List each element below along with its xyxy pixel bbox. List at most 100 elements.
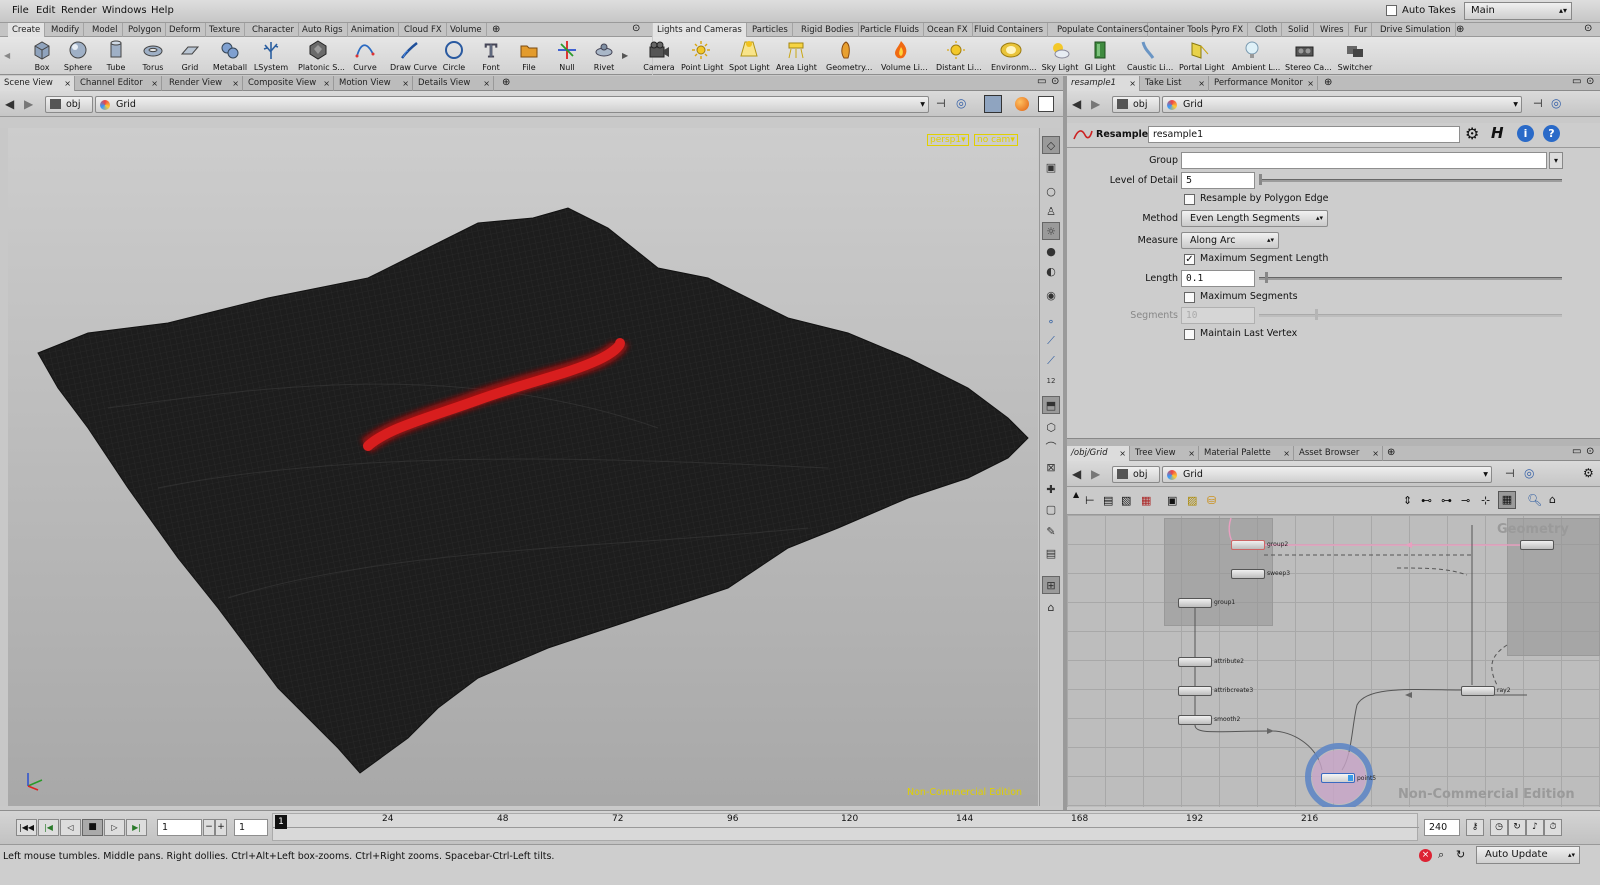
max-seg-len-checkbox[interactable]: ✓ (1184, 254, 1195, 265)
tool-camera[interactable]: Camera (639, 39, 679, 72)
node-sweep3[interactable] (1231, 569, 1265, 579)
stop-icon[interactable]: ■ (82, 819, 103, 836)
increment-button[interactable]: + (215, 819, 227, 836)
update-mode-select[interactable]: Auto Update ▴▾ (1476, 846, 1580, 864)
numbers-icon[interactable]: 12 (1042, 372, 1060, 390)
node-smooth2[interactable] (1178, 715, 1212, 725)
node-attribcreate3[interactable] (1178, 686, 1212, 696)
color-palette-icon[interactable]: ▦ (1141, 494, 1151, 507)
play-reverse-icon[interactable]: ◁ (60, 819, 81, 836)
collapse-icon[interactable]: ▲ (1073, 490, 1079, 499)
node-group2[interactable] (1231, 540, 1265, 550)
image-icon[interactable]: ▣ (1167, 494, 1177, 507)
layout-icon[interactable]: ⊞ (1042, 576, 1060, 594)
close-icon[interactable]: × (232, 76, 239, 91)
shelf-tab-create[interactable]: Create (8, 23, 46, 37)
menu-edit[interactable]: Edit (36, 5, 55, 16)
tab-resample1[interactable]: resample1 × (1067, 76, 1140, 91)
background-icon[interactable] (1038, 96, 1054, 112)
shelf-tab-fluid-containers[interactable]: Fluid Containers (970, 23, 1049, 37)
tool-gi-light[interactable]: GI Light (1080, 39, 1120, 72)
tab-performance-monitor[interactable]: Performance Monitor × (1210, 76, 1318, 91)
shelf-tab-solid[interactable]: Solid (1284, 23, 1314, 37)
curve-snap-icon[interactable]: ⌒ (1042, 438, 1060, 456)
tool-point-light[interactable]: Point Light (681, 39, 723, 72)
shading-icon[interactable]: ● (1042, 242, 1060, 260)
tab-tree-view[interactable]: Tree View × (1131, 446, 1199, 461)
close-icon[interactable]: × (151, 76, 158, 91)
shelf-tab-fur[interactable]: Fur (1350, 23, 1373, 37)
tool-curve[interactable]: Curve (345, 39, 385, 72)
tab-motion-view[interactable]: Motion View × (335, 76, 413, 91)
shelf-menu-icon[interactable]: ⊙ (632, 23, 640, 34)
tool-box[interactable]: Box (22, 39, 62, 72)
menu-windows[interactable]: Windows (102, 5, 147, 16)
link-icon[interactable]: ◎ (956, 96, 966, 110)
frame-icon[interactable]: ⊠ (1042, 458, 1060, 476)
close-icon[interactable]: × (1283, 446, 1290, 461)
tool-sky-light[interactable]: Sky Light (1040, 39, 1080, 72)
tool-file[interactable]: File (509, 39, 549, 72)
grid-snap-icon[interactable]: ⬡ (1042, 418, 1060, 436)
tab-asset-browser[interactable]: Asset Browser × (1295, 446, 1383, 461)
tool-metaball[interactable]: Metaball (210, 39, 250, 72)
scroll-right-icon[interactable]: ▶ (622, 51, 628, 60)
list-icon[interactable]: ▤ (1103, 494, 1113, 507)
camera-icon[interactable]: ▣ (1042, 158, 1060, 176)
back-icon[interactable]: ◀ (1072, 467, 1081, 481)
handle-icon[interactable]: ✚ (1042, 480, 1060, 498)
step-forward-icon[interactable]: ▶| (126, 819, 147, 836)
network-view[interactable]: Geometry group2 sweep3 group1 attribute2… (1067, 515, 1600, 807)
desktop-select[interactable]: Main ▴▾ (1464, 2, 1572, 20)
close-icon[interactable]: × (64, 76, 71, 91)
shelf-tab-model[interactable]: Model (88, 23, 123, 37)
gear-icon[interactable]: ⚙ (1583, 466, 1594, 480)
lod-slider-handle[interactable] (1259, 174, 1262, 185)
lighting-icon[interactable]: ☼ (1042, 222, 1060, 240)
tool-sphere[interactable]: Sphere (58, 39, 98, 72)
shelf-tab-particles[interactable]: Particles (748, 23, 793, 37)
tool-tube[interactable]: Tube (96, 39, 136, 72)
tool-platonic[interactable]: Platonic S... (298, 39, 345, 72)
shelf-tab-deform[interactable]: Deform (165, 23, 206, 37)
error-icon[interactable]: × (1419, 849, 1432, 862)
menu-file[interactable]: File (12, 5, 29, 16)
close-icon[interactable]: × (483, 76, 490, 91)
tab-render-view[interactable]: Render View × (165, 76, 243, 91)
info-icon[interactable]: i (1517, 125, 1534, 142)
layout-vertical-icon[interactable]: ⇕ (1403, 494, 1412, 507)
normal-display-icon[interactable]: ⟋ (1042, 332, 1060, 350)
home-icon[interactable]: ⌂ (1549, 493, 1556, 506)
vertex-display-icon[interactable]: ⟋ (1042, 352, 1060, 370)
forward-icon[interactable]: ▶ (24, 97, 33, 111)
path-root[interactable]: obj (1112, 96, 1160, 113)
length-slider[interactable] (1259, 277, 1562, 280)
close-icon[interactable]: × (1307, 76, 1314, 91)
end-frame-field[interactable]: 240 (1424, 819, 1460, 836)
tree-icon[interactable]: ⊢ (1085, 494, 1095, 507)
tool-torus[interactable]: Torus (133, 39, 173, 72)
close-icon[interactable]: × (1198, 76, 1205, 91)
shelf-tab-lights-cameras[interactable]: Lights and Cameras (653, 23, 747, 37)
scene-viewport[interactable]: persp1▾ no cam▾ Non-Commercial Edition (8, 128, 1038, 806)
tool-rivet[interactable]: Rivet (584, 39, 624, 72)
tool-volume-light[interactable]: Volume Li... (881, 39, 928, 72)
menu-help[interactable]: Help (151, 5, 174, 16)
close-icon[interactable]: × (1188, 446, 1195, 461)
frame-field[interactable]: 1 (157, 819, 202, 836)
tool-grid[interactable]: Grid (170, 39, 210, 72)
close-icon[interactable]: × (323, 76, 330, 91)
tool-switcher[interactable]: Switcher (1335, 39, 1375, 72)
auto-takes-checkbox[interactable] (1386, 5, 1397, 16)
shelf-tab-polygon[interactable]: Polygon (124, 23, 167, 37)
tool-caustic-light[interactable]: Caustic Li... (1127, 39, 1173, 72)
tab-channel-editor[interactable]: Channel Editor × (76, 76, 162, 91)
add-tab-icon[interactable]: ⊕ (1387, 447, 1395, 458)
help-h-icon[interactable]: H (1491, 124, 1504, 142)
tool-font[interactable]: T Font (471, 39, 511, 73)
shelf-tab-volume[interactable]: Volume (446, 23, 487, 37)
shelf-tab-particle-fluids[interactable]: Particle Fluids (856, 23, 924, 37)
measure-menu[interactable]: Along Arc ▴▾ (1181, 232, 1279, 249)
tool-distant-light[interactable]: Distant Li... (936, 39, 982, 72)
note-icon[interactable]: ▧ (1121, 494, 1131, 507)
